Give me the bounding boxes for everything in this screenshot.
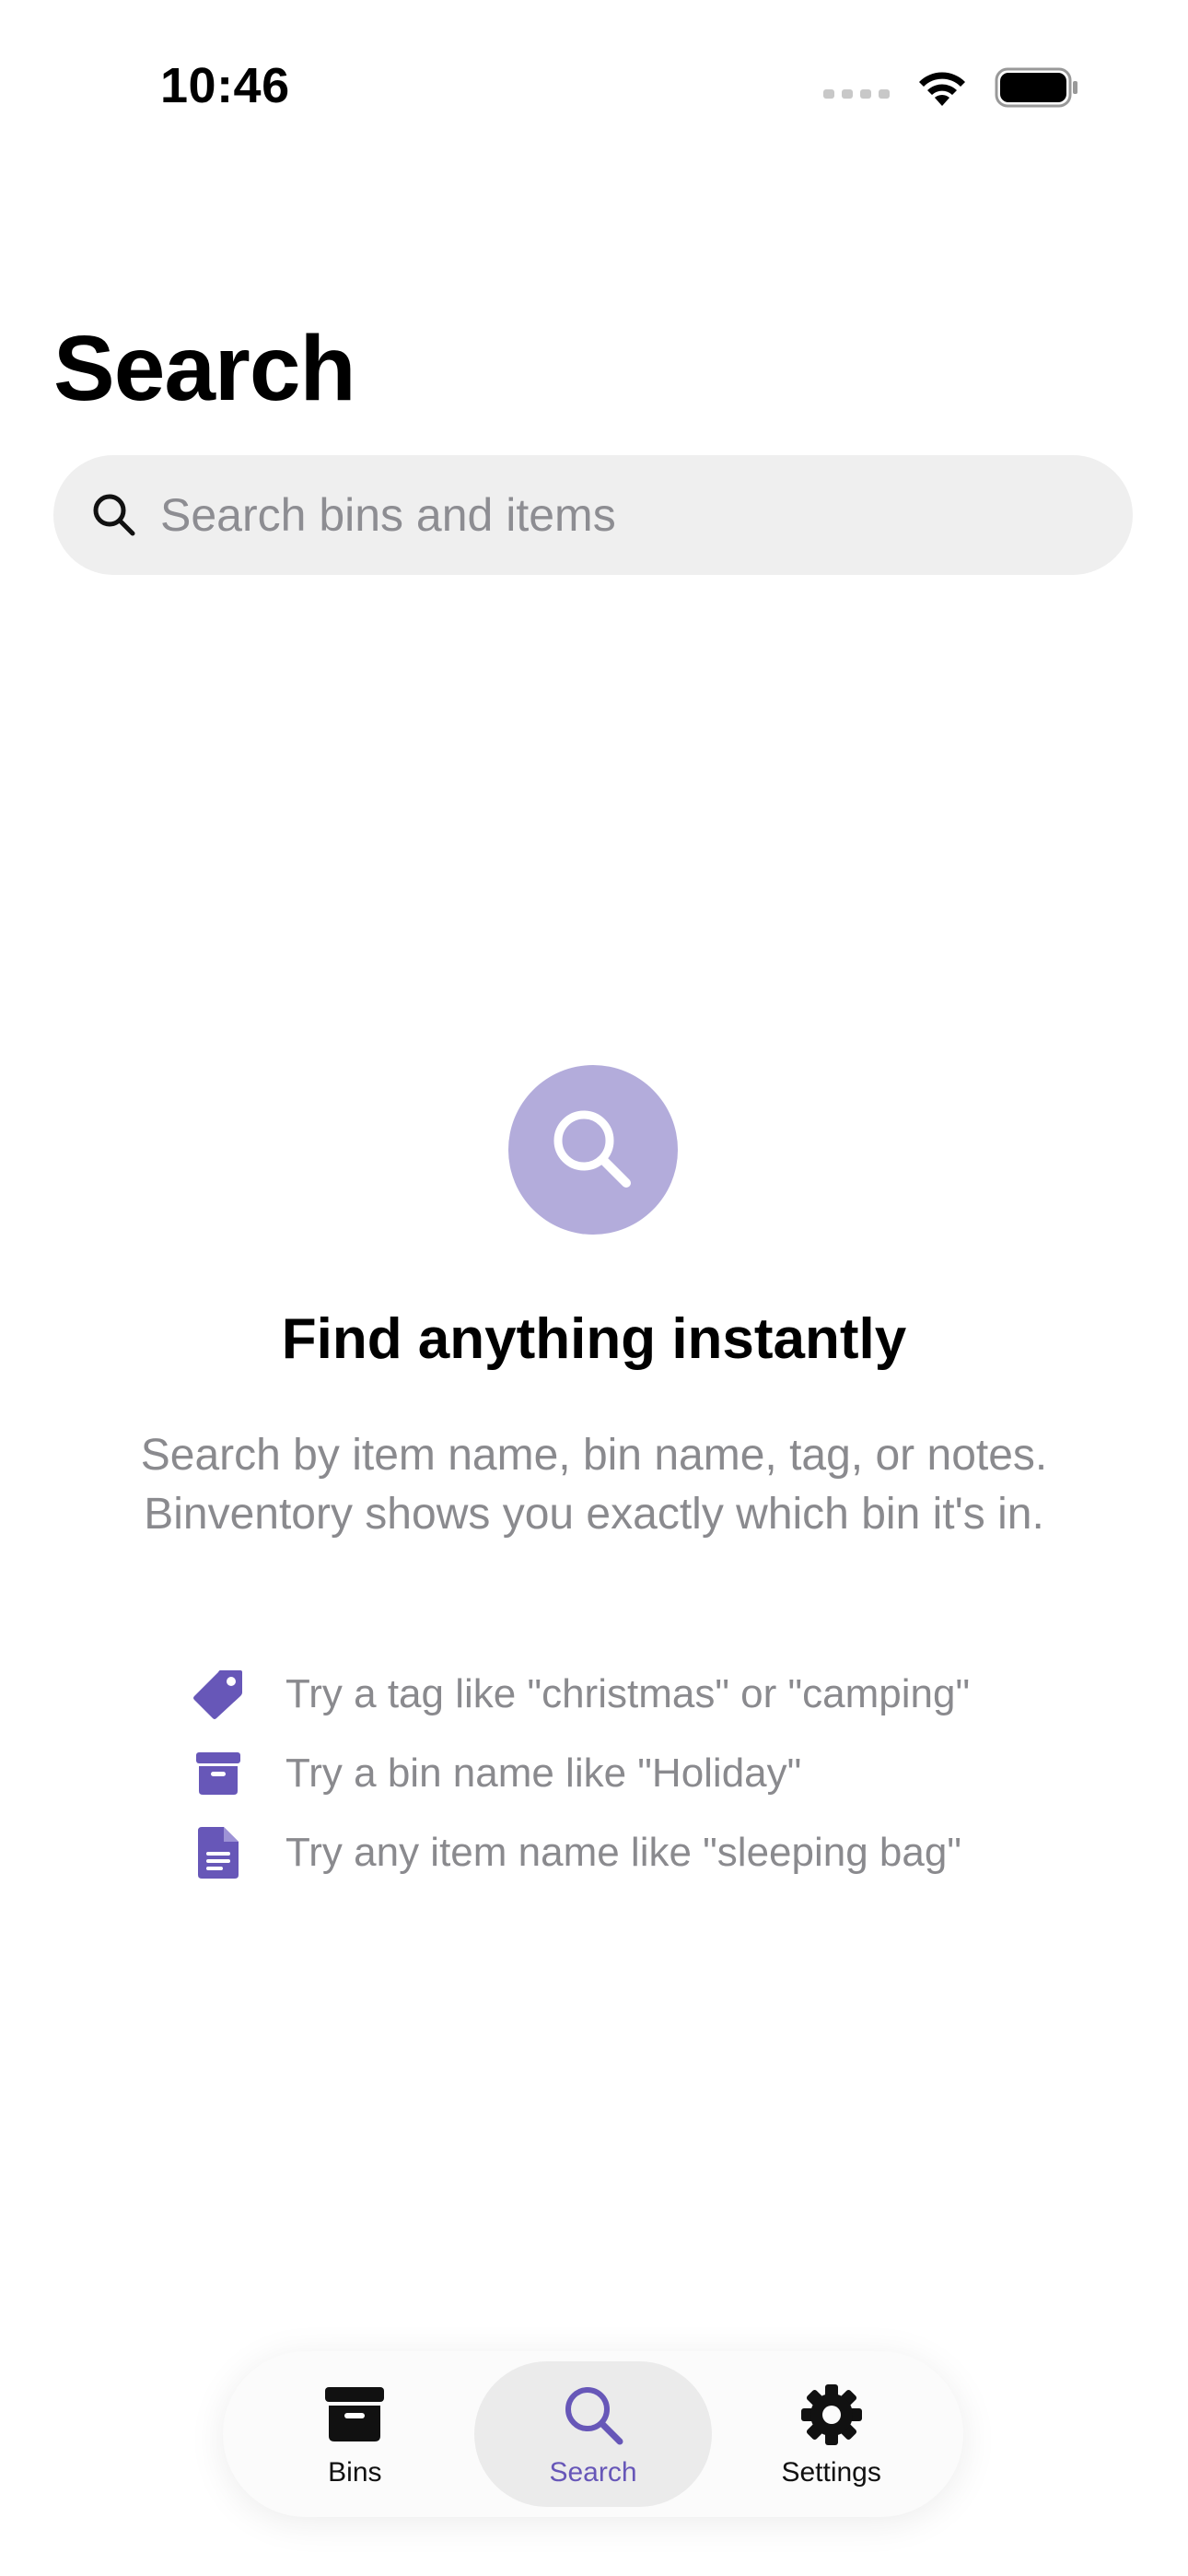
document-icon: [190, 1824, 247, 1881]
search-tips: Try a tag like "christmas" or "camping" …: [190, 1655, 1111, 1892]
tip-text: Try a tag like "christmas" or "camping": [285, 1671, 971, 1716]
magnifying-glass-icon: [553, 1110, 631, 1188]
page-title: Search: [53, 317, 356, 420]
empty-state-description: Search by item name, bin name, tag, or n…: [0, 1426, 1188, 1544]
gear-icon: [795, 2380, 868, 2450]
wifi-icon: [919, 72, 965, 106]
tab-search[interactable]: Search: [473, 2361, 713, 2507]
status-bar: 10:46: [0, 0, 1188, 175]
archive-box-icon: [318, 2380, 391, 2450]
tip-text: Try a bin name like "Holiday": [285, 1751, 802, 1796]
tab-label: Search: [549, 2457, 637, 2488]
tip-bin: Try a bin name like "Holiday": [190, 1734, 1111, 1813]
search-icon: [88, 489, 140, 541]
status-indicators: [823, 64, 1079, 111]
magnifying-glass-icon: [556, 2380, 630, 2450]
empty-state-description-line: Search by item name, bin name, tag, or n…: [140, 1431, 1048, 1480]
tip-text: Try any item name like "sleeping bag": [285, 1830, 961, 1875]
empty-state-search-icon: [508, 1065, 678, 1235]
cellular-signal-icon: [823, 89, 890, 99]
tab-label: Settings: [781, 2457, 881, 2488]
empty-state-description-line: Binventory shows you exactly which bin i…: [144, 1490, 1044, 1539]
archive-box-icon: [190, 1745, 247, 1802]
tab-bar: Bins Search Settings: [223, 2351, 963, 2517]
empty-state-title: Find anything instantly: [281, 1307, 907, 1371]
status-time: 10:46: [160, 58, 290, 113]
tip-tag: Try a tag like "christmas" or "camping": [190, 1655, 1111, 1734]
tab-bins[interactable]: Bins: [236, 2361, 474, 2507]
tip-item: Try any item name like "sleeping bag": [190, 1813, 1111, 1892]
tab-label: Bins: [328, 2457, 382, 2488]
tab-settings[interactable]: Settings: [712, 2361, 950, 2507]
search-field[interactable]: [53, 455, 1133, 575]
battery-icon: [995, 67, 1077, 108]
tag-icon: [190, 1666, 247, 1723]
search-input[interactable]: [158, 487, 1083, 543]
